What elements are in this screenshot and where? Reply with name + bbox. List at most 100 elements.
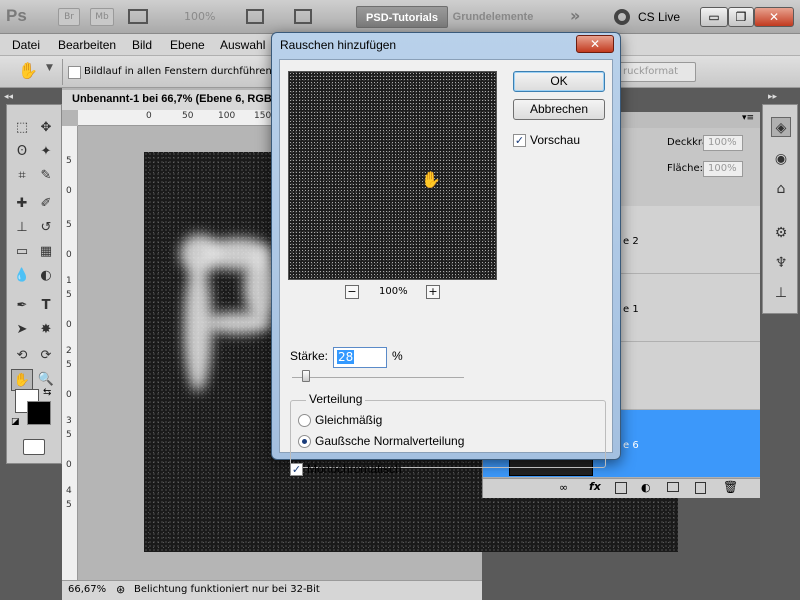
new-layer-icon[interactable] (695, 482, 706, 494)
swap-colors-icon[interactable]: ⇆ (43, 387, 51, 398)
workspace-psd-tutorials[interactable]: PSD-Tutorials (356, 6, 448, 28)
marquee-tool-icon[interactable]: ⬚ (11, 117, 33, 139)
expand-panels-icon[interactable]: ▸▸ (768, 92, 777, 102)
amount-slider-track[interactable] (292, 377, 464, 378)
status-zoom[interactable]: 66,67% (68, 584, 106, 595)
link-layers-icon[interactable]: ∞ (559, 481, 568, 494)
brush-tool-icon[interactable]: ✐ (35, 193, 57, 215)
type-tool-icon[interactable]: T (35, 295, 57, 317)
hand-tool-button[interactable]: ✋ (11, 369, 33, 391)
glow-blob (204, 312, 274, 334)
tool-preset-dropdown-icon[interactable]: ▼ (46, 63, 53, 73)
print-size-button[interactable]: ruckformat (614, 62, 696, 82)
screen-mode-icon[interactable] (294, 9, 312, 24)
history-brush-tool-icon[interactable]: ↺ (35, 217, 57, 239)
healing-brush-tool-icon[interactable]: ✚ (11, 193, 33, 215)
gradient-tool-icon[interactable]: ▦ (35, 241, 57, 263)
layer-name: e 1 (623, 304, 639, 315)
fx-icon[interactable]: fx (589, 480, 601, 493)
ruler-label: 5 (66, 220, 72, 230)
workspace-grundelemente[interactable]: Grundelemente (452, 6, 534, 28)
default-colors-icon[interactable]: ◪ (11, 417, 20, 427)
bridge-button[interactable]: Br (58, 8, 80, 26)
layers-panel-icon[interactable]: ◈ (771, 117, 791, 137)
zoom-level[interactable]: 100% (184, 10, 215, 23)
layer-name: e 6 (623, 440, 639, 451)
quick-mask-icon[interactable] (23, 439, 45, 455)
menu-datei[interactable]: Datei (12, 38, 40, 52)
document-tab[interactable]: Unbenannt-1 bei 66,7% (Ebene 6, RGB (62, 90, 282, 110)
channels-panel-icon[interactable]: ◉ (771, 149, 791, 169)
3d-rotate-tool-icon[interactable]: ⟲ (11, 345, 33, 367)
eyedropper-tool-icon[interactable]: ✎ (35, 165, 57, 187)
menu-bearbeiten[interactable]: Bearbeiten (58, 38, 116, 52)
monochromatic-checkbox[interactable]: ✓ (290, 463, 303, 476)
eraser-tool-icon[interactable]: ▭ (11, 241, 33, 263)
tool-presets-panel-icon[interactable]: ⊥ (771, 283, 791, 303)
ruler-vertical: 5 0 5 0 1 5 0 2 5 0 3 5 0 4 5 (62, 126, 78, 580)
add-noise-dialog: Rauschen hinzufügen ✕ ✋ − 100% + OK Abbr… (271, 32, 621, 476)
status-info-icon[interactable]: ⊛ (116, 583, 125, 596)
application-bar: Ps Br Mb 100% PSD-Tutorials Grundelement… (0, 0, 800, 34)
menu-bild[interactable]: Bild (132, 38, 152, 52)
arrange-documents-icon[interactable] (246, 9, 264, 24)
path-selection-tool-icon[interactable]: ➤ (11, 319, 33, 341)
close-button[interactable]: ✕ (754, 7, 794, 27)
panel-menu-icon[interactable]: ▾≡ (742, 113, 754, 123)
ruler-label: 0 (66, 320, 72, 330)
amount-unit: % (392, 349, 403, 363)
preview-checkbox[interactable]: ✓ (513, 134, 526, 147)
mini-bridge-button[interactable]: Mb (90, 8, 114, 26)
zoom-in-button[interactable]: + (426, 285, 440, 299)
lasso-tool-icon[interactable]: ʘ (11, 141, 33, 163)
uniform-radio[interactable] (298, 414, 311, 427)
layer-mask-icon[interactable] (615, 482, 627, 494)
paths-panel-icon[interactable]: ⌂ (771, 179, 791, 199)
preview-zoom-level: 100% (379, 286, 408, 297)
menu-ebene[interactable]: Ebene (170, 38, 205, 52)
more-workspaces-icon[interactable]: » (570, 6, 580, 25)
background-color-swatch[interactable] (27, 401, 51, 425)
new-group-icon[interactable] (667, 482, 679, 492)
ruler-label: 2 (66, 346, 72, 356)
opacity-field[interactable]: 100% (703, 135, 743, 151)
ruler-label: 0 (66, 186, 72, 196)
amount-slider-thumb[interactable] (302, 370, 310, 382)
clone-source-panel-icon[interactable]: ♆ (771, 253, 791, 273)
cancel-button[interactable]: Abbrechen (513, 99, 605, 120)
scroll-all-windows-checkbox[interactable] (68, 66, 81, 79)
ruler-label: 150 (254, 111, 272, 121)
hand-tool-icon: ✋ (18, 61, 38, 80)
dodge-tool-icon[interactable]: ◐ (35, 265, 57, 287)
magic-wand-tool-icon[interactable]: ✦ (35, 141, 57, 163)
fill-field[interactable]: 100% (703, 161, 743, 177)
ruler-label: 3 (66, 416, 72, 426)
crop-tool-icon[interactable]: ⌗ (11, 165, 33, 187)
trash-icon[interactable]: 🗑 (723, 480, 738, 494)
3d-orbit-tool-icon[interactable]: ⟳ (35, 345, 57, 367)
cs-live-icon[interactable] (614, 9, 630, 25)
layers-footer: ∞ fx ◐ 🗑 (483, 478, 761, 498)
cs-live-label[interactable]: CS Live (638, 10, 680, 24)
pen-tool-icon[interactable]: ✒ (11, 295, 33, 317)
collapse-icon[interactable]: ◂◂ (4, 92, 13, 102)
film-strip-icon[interactable] (128, 9, 148, 24)
dialog-close-button[interactable]: ✕ (576, 35, 614, 53)
clone-stamp-tool-icon[interactable]: ⊥ (11, 217, 33, 239)
noise-preview[interactable]: ✋ (288, 71, 497, 280)
amount-input[interactable]: 28 (333, 347, 387, 368)
move-tool-icon[interactable]: ✥ (35, 117, 57, 139)
gaussian-radio[interactable] (298, 435, 311, 448)
restore-button[interactable]: ❐ (728, 7, 754, 27)
menu-auswahl[interactable]: Auswahl (220, 38, 265, 52)
zoom-out-button[interactable]: − (345, 285, 359, 299)
ok-button[interactable]: OK (513, 71, 605, 92)
adjustments-panel-icon[interactable]: ⚙ (771, 223, 791, 243)
minimize-button[interactable]: ▭ (700, 7, 728, 27)
blur-tool-icon[interactable]: 💧 (11, 265, 33, 287)
ruler-label: 5 (66, 500, 72, 510)
layer-name: e 2 (623, 236, 639, 247)
adjustment-layer-icon[interactable]: ◐ (641, 481, 651, 494)
custom-shape-tool-icon[interactable]: ✸ (35, 319, 57, 341)
distribution-label: Verteilung (306, 392, 366, 406)
